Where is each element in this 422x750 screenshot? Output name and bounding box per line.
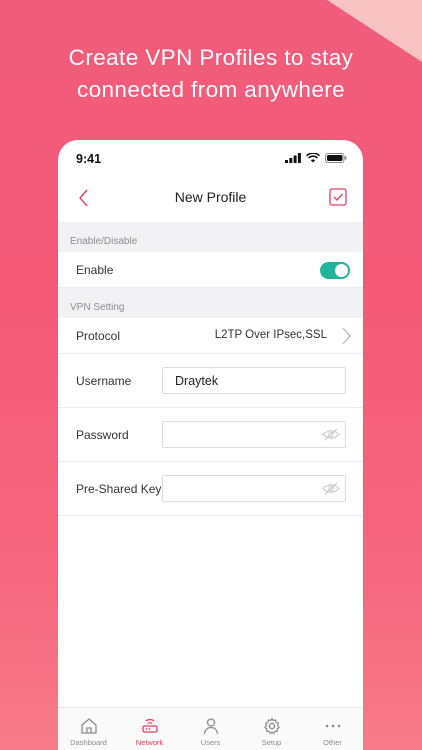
section-header-vpn: VPN Setting: [58, 288, 363, 318]
tab-label: Dashboard: [70, 738, 107, 747]
tab-label: Setup: [261, 738, 282, 747]
username-label: Username: [76, 374, 132, 388]
user-icon: [203, 718, 218, 735]
more-icon: [325, 724, 340, 728]
protocol-value: L2TP Over IPsec,SSL: [214, 329, 327, 341]
promo-headline: Create VPN Profiles to stay connected fr…: [0, 42, 422, 106]
enable-label: Enable: [76, 263, 114, 277]
battery-icon: [325, 153, 347, 163]
toggle-knob: [335, 264, 348, 277]
tab-label: Other: [323, 738, 342, 747]
protocol-row[interactable]: Protocol L2TP Over IPsec,SSL: [58, 318, 363, 354]
tab-dashboard[interactable]: Dashboard: [58, 708, 119, 750]
checkbox-icon[interactable]: [327, 186, 349, 208]
password-input[interactable]: [162, 421, 346, 448]
wifi-icon: [306, 153, 320, 163]
tab-bar: Dashboard Network Users Setup Other: [58, 707, 363, 750]
phone-screen: 9:41 New Profile Enable/Disable Enable V…: [58, 140, 363, 750]
eye-hidden-icon[interactable]: [322, 428, 340, 441]
status-bar: 9:41: [58, 140, 363, 176]
navigation-bar: New Profile: [58, 176, 363, 222]
tab-other[interactable]: Other: [302, 708, 363, 750]
tab-label: Network: [135, 738, 164, 747]
tab-network[interactable]: Network: [119, 708, 180, 750]
page-title: New Profile: [174, 189, 247, 205]
psk-label: Pre-Shared Key: [76, 482, 162, 496]
username-row: Username: [58, 354, 363, 408]
enable-row: Enable: [58, 252, 363, 288]
password-label: Password: [76, 428, 129, 442]
headline-line-1: Create VPN Profiles to stay: [68, 45, 354, 70]
enable-toggle[interactable]: [320, 262, 350, 279]
username-input[interactable]: [162, 367, 346, 394]
status-icons: [285, 153, 347, 163]
password-row: Password: [58, 408, 363, 462]
chevron-right-icon: [342, 327, 351, 345]
router-icon: [141, 718, 158, 733]
home-icon: [80, 718, 97, 734]
tab-setup[interactable]: Setup: [241, 708, 302, 750]
eye-hidden-icon[interactable]: [322, 482, 340, 495]
psk-input[interactable]: [162, 475, 346, 502]
headline-line-2: connected from anywhere: [76, 77, 346, 102]
status-time: 9:41: [76, 152, 102, 166]
content-empty-area: [58, 516, 363, 706]
protocol-label: Protocol: [76, 329, 121, 343]
tab-users[interactable]: Users: [180, 708, 241, 750]
tab-label: Users: [200, 738, 221, 747]
section-header-enable: Enable/Disable: [58, 222, 363, 252]
gear-icon: [263, 717, 280, 735]
signal-icon: [285, 153, 301, 163]
psk-row: Pre-Shared Key: [58, 462, 363, 516]
